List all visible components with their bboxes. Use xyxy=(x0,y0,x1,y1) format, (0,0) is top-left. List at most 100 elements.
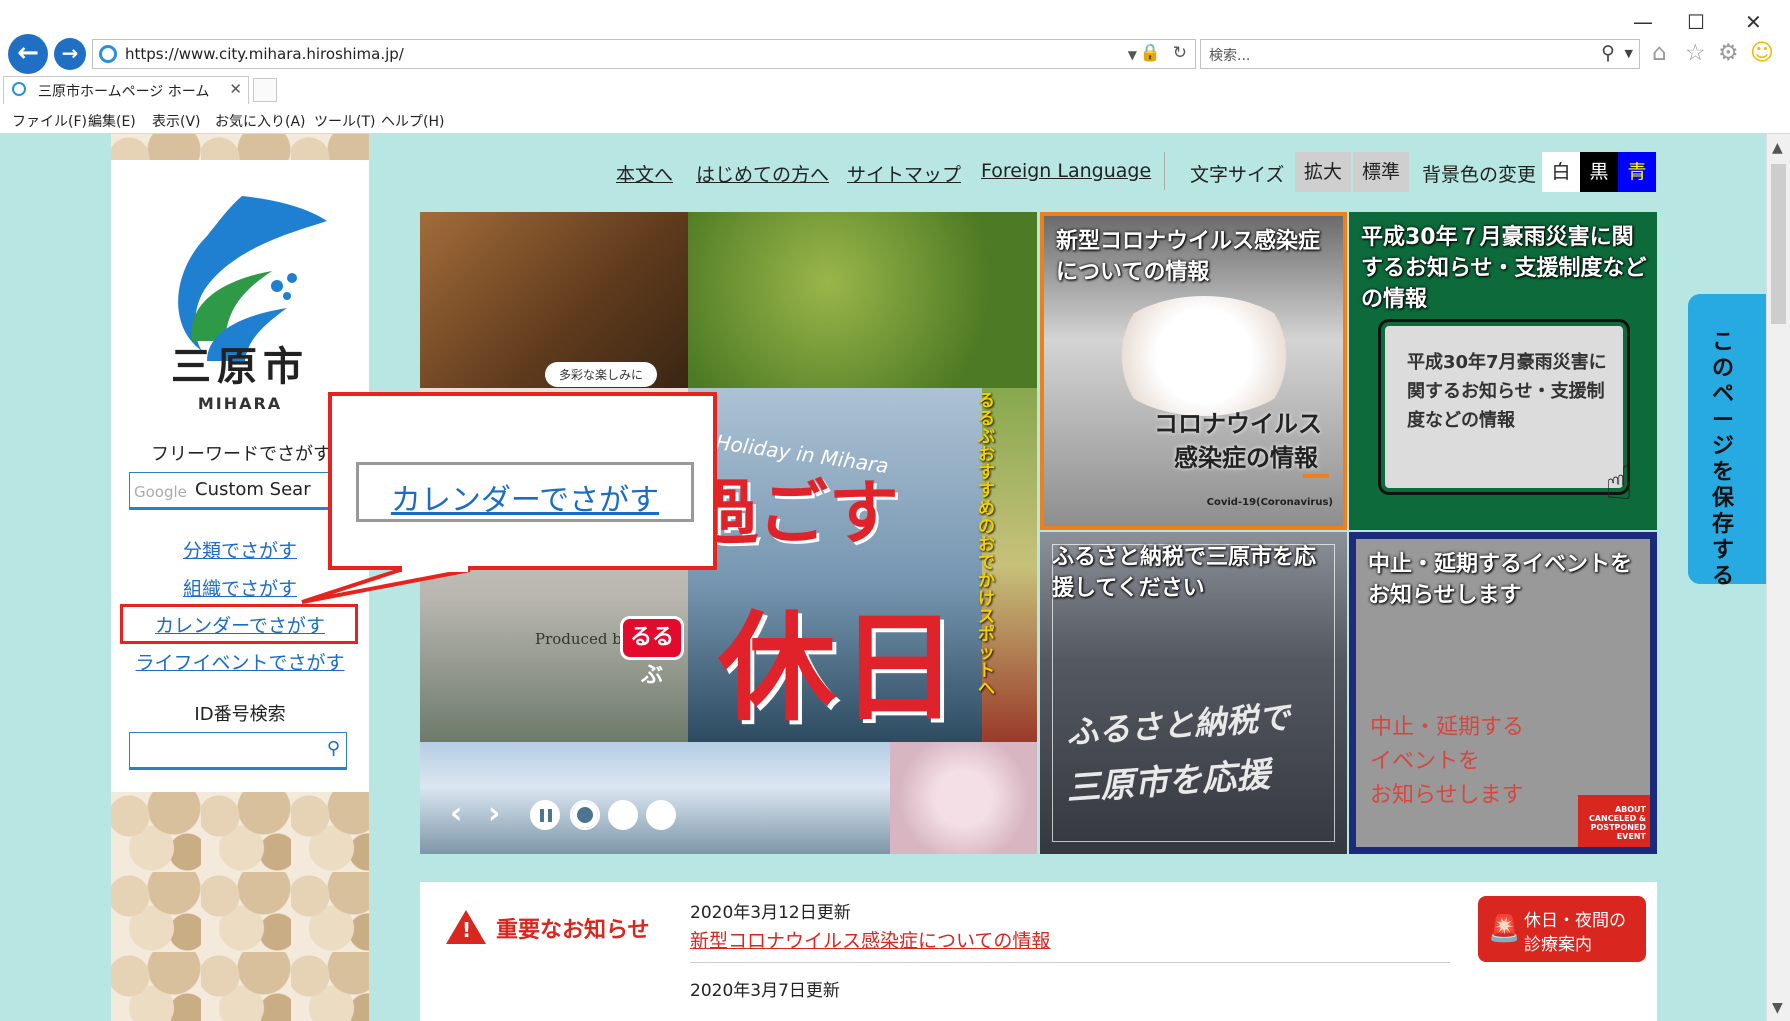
slide-dot-3[interactable] xyxy=(646,800,676,830)
back-button[interactable]: ← xyxy=(8,34,48,74)
forward-button[interactable]: → xyxy=(54,38,86,70)
slide-photo-blossom xyxy=(890,742,1037,854)
scroll-thumb[interactable] xyxy=(1771,164,1786,324)
slide-next-icon[interactable]: › xyxy=(488,796,500,831)
notice-divider xyxy=(690,962,1450,963)
search-icon[interactable]: ⚲ xyxy=(1601,42,1615,64)
callout-inner-frame: カレンダーでさがす xyxy=(356,462,694,522)
smiley-feedback-icon[interactable]: ☺ xyxy=(1750,40,1774,66)
rurubu-logo: るるぶ xyxy=(620,616,684,688)
bg-color-label: 背景色の変更 xyxy=(1422,164,1537,186)
menu-tools[interactable]: ツール(T) xyxy=(314,111,375,131)
menu-edit[interactable]: 編集(E) xyxy=(88,111,136,131)
close-tab-icon[interactable]: ✕ xyxy=(229,80,242,98)
callout-pointer-join xyxy=(402,566,468,572)
notice-item1-link[interactable]: 新型コロナウイルス感染症についての情報 xyxy=(690,926,1050,953)
handwash-photo xyxy=(1104,296,1304,416)
custom-search-text: Custom Sear xyxy=(195,479,311,500)
link-sitemap[interactable]: サイトマップ xyxy=(847,160,961,187)
pointing-hand-icon: ☝ xyxy=(1605,456,1634,510)
address-dropdown-icon[interactable]: ▼ xyxy=(1128,48,1137,62)
corona-accent-bar xyxy=(1303,474,1329,478)
event-inner-line1: 中止・延期する xyxy=(1370,715,1525,740)
menu-file[interactable]: ファイル(F) xyxy=(12,111,87,131)
favorites-star-icon[interactable]: ☆ xyxy=(1685,40,1706,66)
search-placeholder: 検索... xyxy=(1209,48,1251,64)
link-foreign-language[interactable]: Foreign Language xyxy=(981,160,1151,182)
notice-title: 重要なお知らせ xyxy=(496,918,650,943)
siren-icon: 🚨 xyxy=(1488,914,1521,944)
slide-prev-icon[interactable]: ‹ xyxy=(450,796,462,831)
font-size-enlarge-button[interactable]: 拡大 xyxy=(1295,152,1351,192)
menu-help[interactable]: ヘルプ(H) xyxy=(381,111,444,131)
link-life-event-search[interactable]: ライフイベントでさがす xyxy=(111,648,369,675)
slide-title-part1: 過ごす xyxy=(688,472,899,554)
freeword-search-input[interactable]: Google Custom Sear xyxy=(129,472,347,510)
important-notice: 重要なお知らせ 2020年3月12日更新 新型コロナウイルス感染症についての情報… xyxy=(420,882,1657,1021)
menu-view[interactable]: 表示(V) xyxy=(152,111,201,131)
scroll-down-icon[interactable]: ▼ xyxy=(1772,1000,1783,1016)
callout-box: カレンダーでさがす xyxy=(328,392,717,570)
tile-corona-info[interactable]: 新型コロナウイルス感染症についての情報 コロナウイルス 感染症の情報 Covid… xyxy=(1040,212,1347,530)
slide-produced-by: Produced by xyxy=(535,630,631,648)
tile-event-cancellation[interactable]: 中止・延期するイベントをお知らせします 中止・延期する イベントを お知らせしま… xyxy=(1349,532,1657,854)
address-bar[interactable]: https://www.city.mihara.hiroshima.jp/ ▼ … xyxy=(92,39,1196,69)
search-dropdown-icon[interactable]: ▼ xyxy=(1625,47,1633,60)
slide-dot-2[interactable] xyxy=(608,800,638,830)
scroll-up-icon[interactable]: ▲ xyxy=(1772,140,1783,156)
slide-vertical-text: るるぶおすすめのおでかけスポットへ xyxy=(978,391,995,699)
tab-title: 三原市ホームページ ホーム xyxy=(38,84,210,100)
font-size-label: 文字サイズ xyxy=(1190,164,1285,186)
address-url[interactable]: https://www.city.mihara.hiroshima.jp/ xyxy=(125,45,404,63)
clinic-line1: 休日・夜間の xyxy=(1524,911,1626,931)
slide-caption: 多彩な楽しみに xyxy=(545,362,658,387)
maximize-button[interactable]: ☐ xyxy=(1687,10,1705,34)
vertical-scrollbar[interactable]: ▲ ▼ xyxy=(1766,134,1790,1021)
event-inner-line2: イベントを xyxy=(1370,749,1481,774)
ie-favicon-icon xyxy=(99,45,117,63)
link-organization-search[interactable]: 組織でさがす xyxy=(111,574,369,601)
forward-arrow-icon: → xyxy=(61,41,79,65)
id-search-input[interactable]: ⚲ xyxy=(129,732,347,770)
slide-pause-button[interactable] xyxy=(530,800,560,830)
corona-inner-line2: 感染症の情報 xyxy=(1174,444,1318,472)
id-search-label: ID番号検索 xyxy=(194,704,286,725)
gear-icon[interactable]: ⚙ xyxy=(1718,40,1739,66)
new-tab-button[interactable] xyxy=(253,78,277,102)
browser-search-box[interactable]: 検索... ⚲ ▼ xyxy=(1200,39,1640,69)
font-size-standard-button[interactable]: 標準 xyxy=(1353,152,1409,192)
link-first-time[interactable]: はじめての方へ xyxy=(696,160,829,187)
tile-furusato-title: ふるさと納税で三原市を応援してください xyxy=(1052,545,1317,601)
bg-blue-button[interactable]: 青 xyxy=(1618,152,1656,192)
flood-card: 平成30年7月豪雨災害に関するお知らせ・支援制度などの情報 ☝ xyxy=(1378,319,1633,510)
refresh-icon[interactable]: ↻ xyxy=(1173,43,1187,63)
slide-dot-1[interactable] xyxy=(570,800,600,830)
calendar-link-highlight xyxy=(120,604,358,644)
save-page-tab[interactable]: このページを保存する xyxy=(1688,294,1766,589)
bg-black-button[interactable]: 黒 xyxy=(1580,152,1618,192)
id-search-icon[interactable]: ⚲ xyxy=(327,738,340,759)
tile-furusato-tax[interactable]: ふるさと納税で三原市を応援してください ふるさと納税で 三原市を応援 xyxy=(1040,532,1347,854)
slide-photo-orchard xyxy=(688,212,1037,388)
home-icon[interactable]: ⌂ xyxy=(1652,40,1667,66)
bg-white-button[interactable]: 白 xyxy=(1542,152,1580,192)
slide-title-part2: 休日 xyxy=(718,599,963,737)
close-window-button[interactable]: ✕ xyxy=(1745,10,1762,34)
minimize-button[interactable]: — xyxy=(1633,10,1653,34)
logo-name-text: 三原市 xyxy=(171,344,309,390)
menu-favorites[interactable]: お気に入り(A) xyxy=(215,111,306,131)
menu-bar: ファイル(F) 編集(E) 表示(V) お気に入り(A) ツール(T) ヘルプ(… xyxy=(0,106,1790,134)
browser-tab[interactable]: 三原市ホームページ ホーム ✕ xyxy=(3,76,249,104)
tile-flood-info[interactable]: 平成30年７月豪雨災害に関するお知らせ・支援制度などの情報 平成30年7月豪雨災… xyxy=(1349,212,1657,530)
flood-card-text: 平成30年7月豪雨災害に関するお知らせ・支援制度などの情報 xyxy=(1407,352,1607,431)
clinic-info-button[interactable]: 🚨 休日・夜間の 診療案内 xyxy=(1478,896,1646,962)
event-inner-text: 中止・延期する イベントを お知らせします xyxy=(1370,711,1524,813)
corona-small-text: Covid-19(Coronavirus) xyxy=(1206,497,1333,508)
topnav-divider xyxy=(1164,152,1165,190)
notice-item2-date: 2020年3月7日更新 xyxy=(690,981,840,1001)
freeword-search-label: フリーワードでさがす xyxy=(151,444,331,465)
lock-icon[interactable]: 🔒 xyxy=(1140,43,1161,63)
callout-calendar-text[interactable]: カレンダーでさがす xyxy=(359,475,691,519)
link-main-content[interactable]: 本文へ xyxy=(616,160,673,187)
clinic-line2: 診療案内 xyxy=(1524,935,1592,955)
